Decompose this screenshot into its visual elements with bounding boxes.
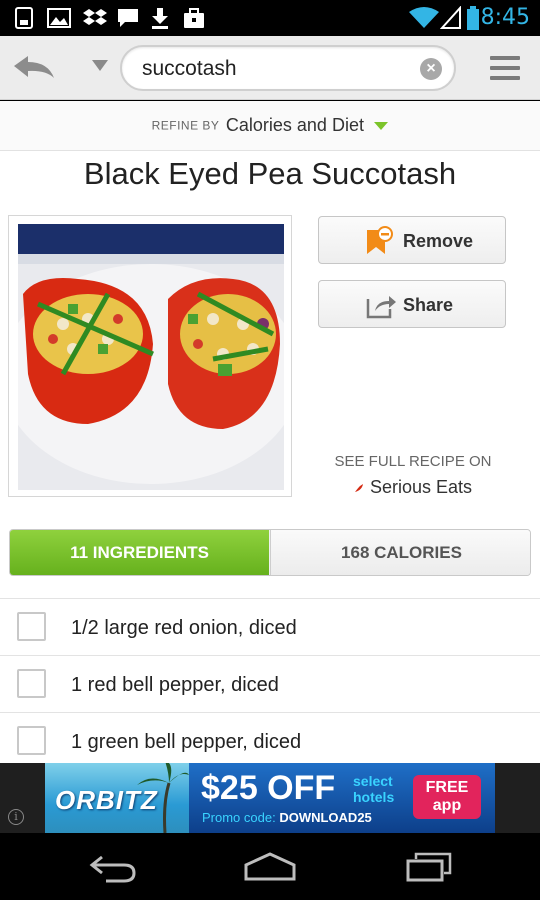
ingredient-checkbox[interactable] xyxy=(17,669,46,698)
nav-home-icon[interactable] xyxy=(242,851,298,883)
search-input[interactable] xyxy=(142,55,412,83)
ad-info-icon[interactable]: i xyxy=(8,809,24,825)
image-icon xyxy=(47,8,71,28)
status-bar: 8:45 xyxy=(0,0,540,36)
clock: 8:45 xyxy=(480,5,530,30)
briefcase-icon xyxy=(184,8,204,28)
chili-pepper-icon xyxy=(354,484,363,493)
search-dropdown-caret-icon[interactable] xyxy=(92,60,108,71)
refine-label: REFINE BY xyxy=(151,118,220,133)
ad-offer-detail: select hotels xyxy=(353,773,394,805)
menu-icon[interactable] xyxy=(490,56,520,82)
tab-calories[interactable]: 168 CALORIES xyxy=(270,530,530,575)
wifi-icon xyxy=(409,7,439,28)
source-name: Serious Eats xyxy=(369,477,473,497)
nav-back-icon[interactable] xyxy=(88,851,138,883)
ingredient-text: 1 green bell pepper, diced xyxy=(71,731,302,753)
ad-brand-background: ORBITZ xyxy=(45,763,189,833)
bookmark-remove-icon xyxy=(367,226,393,254)
download-icon xyxy=(152,8,168,29)
clear-search-icon[interactable]: × xyxy=(420,58,442,80)
recipe-detail: REFINE BY Calories and Diet Black Eyed P… xyxy=(0,101,540,763)
recipe-source-link[interactable]: Serious Eats xyxy=(300,477,526,498)
dropbox-icon xyxy=(83,9,107,25)
nav-recents-icon[interactable] xyxy=(404,851,454,883)
screenshot-icon xyxy=(15,7,33,29)
ad-promo-code: DOWNLOAD25 xyxy=(279,810,372,825)
share-icon xyxy=(366,296,396,319)
recipe-tabs: 11 INGREDIENTS 168 CALORIES xyxy=(9,529,531,576)
share-button[interactable]: Share xyxy=(318,280,506,328)
ad-cta-button[interactable]: FREE app xyxy=(413,775,481,819)
battery-icon xyxy=(467,6,479,30)
back-arrow-icon[interactable] xyxy=(8,48,60,88)
refine-value[interactable]: Calories and Diet xyxy=(226,115,364,135)
recipe-photo[interactable] xyxy=(8,215,292,497)
system-nav-bar xyxy=(0,833,540,900)
ad-brand-logo: ORBITZ xyxy=(55,785,158,815)
list-item[interactable]: 1 red bell pepper, diced xyxy=(0,655,540,712)
app-bar: × xyxy=(0,36,540,100)
ad-promo-label: Promo code: xyxy=(202,810,276,825)
ad-offer: $25 OFF xyxy=(201,769,336,807)
refine-dropdown-icon[interactable] xyxy=(374,121,389,130)
stuffed-peppers-image xyxy=(18,224,284,490)
ingredient-text: 1/2 large red onion, diced xyxy=(71,617,297,639)
ad-cta-line1: FREE xyxy=(425,779,469,796)
ad-offer-line1: select xyxy=(353,773,393,789)
recipe-title: Black Eyed Pea Succotash xyxy=(83,156,457,191)
signal-icon xyxy=(440,6,461,29)
tab-ingredients[interactable]: 11 INGREDIENTS xyxy=(10,530,269,575)
ingredient-checkbox[interactable] xyxy=(17,612,46,641)
refine-bar[interactable]: REFINE BY Calories and Diet xyxy=(0,101,540,151)
ingredient-text: 1 red bell pepper, diced xyxy=(71,674,279,696)
ad-promo: Promo code: DOWNLOAD25 xyxy=(202,810,372,825)
ad-area: i ORBITZ $25 OFF select hotels Promo cod… xyxy=(0,763,540,833)
ingredient-checkbox[interactable] xyxy=(17,726,46,755)
remove-button[interactable]: Remove xyxy=(318,216,506,264)
list-item[interactable]: 1 green bell pepper, diced xyxy=(0,712,540,763)
see-full-recipe-label: SEE FULL RECIPE ON xyxy=(334,453,492,470)
share-label: Share xyxy=(403,295,454,315)
search-box[interactable]: × xyxy=(120,45,456,91)
ad-cta-line2: app xyxy=(432,797,462,814)
ad-offer-line2: hotels xyxy=(353,789,395,805)
chat-icon xyxy=(118,9,138,27)
list-item[interactable]: 1/2 large red onion, diced xyxy=(0,598,540,655)
ad-banner[interactable]: ORBITZ $25 OFF select hotels Promo code:… xyxy=(45,763,495,833)
remove-label: Remove xyxy=(403,231,474,251)
ingredient-list: 1/2 large red onion, diced 1 red bell pe… xyxy=(0,598,540,763)
